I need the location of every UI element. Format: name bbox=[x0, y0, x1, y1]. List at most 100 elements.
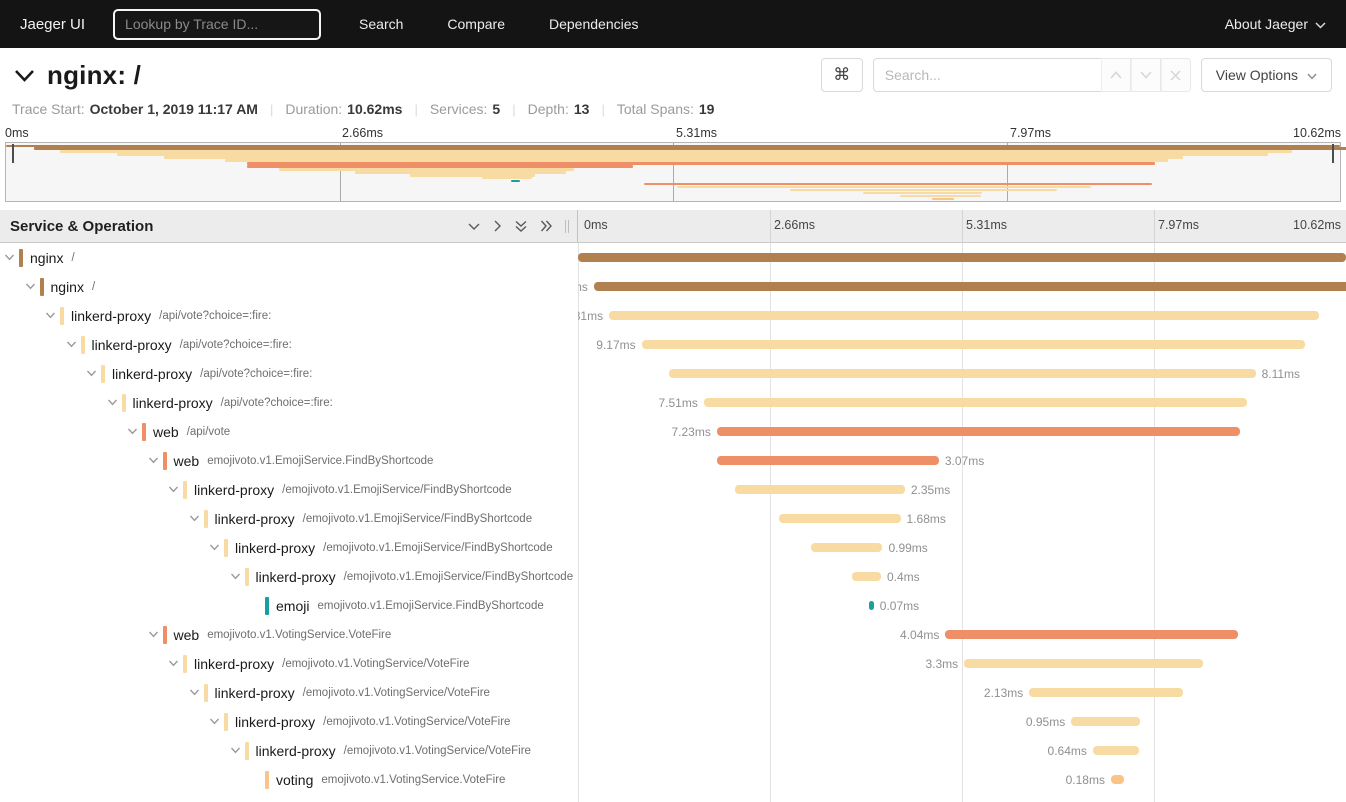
about-jaeger-menu[interactable]: About Jaeger bbox=[1225, 16, 1326, 32]
span-tree-entry[interactable]: linkerd-proxy /api/vote?choice=:fire: bbox=[0, 394, 333, 412]
scrubber-handle-left[interactable] bbox=[12, 144, 14, 163]
span-bar[interactable] bbox=[964, 659, 1203, 668]
keyboard-shortcuts-button[interactable]: ⌘ bbox=[821, 58, 863, 92]
span-tree-entry[interactable]: linkerd-proxy /api/vote?choice=:fire: bbox=[0, 365, 312, 383]
span-bar[interactable] bbox=[945, 630, 1237, 639]
span-bar[interactable] bbox=[704, 398, 1247, 407]
chevron-down-icon[interactable] bbox=[209, 718, 220, 725]
collapse-all-icon[interactable] bbox=[514, 220, 528, 233]
chevron-down-icon[interactable] bbox=[189, 689, 200, 696]
span-bar[interactable] bbox=[609, 311, 1318, 320]
span-bar[interactable] bbox=[852, 572, 881, 581]
span-bar[interactable] bbox=[779, 514, 900, 523]
span-bar[interactable] bbox=[642, 340, 1305, 349]
span-bar-track[interactable] bbox=[578, 243, 1346, 272]
chevron-down-icon[interactable] bbox=[4, 254, 15, 261]
span-bar[interactable] bbox=[811, 543, 883, 552]
chevron-down-icon[interactable] bbox=[168, 660, 179, 667]
collapse-trace-icon[interactable] bbox=[10, 67, 39, 84]
chevron-down-icon[interactable] bbox=[45, 312, 56, 319]
span-bar[interactable] bbox=[669, 369, 1255, 378]
chevron-down-icon[interactable] bbox=[127, 428, 138, 435]
view-options-button[interactable]: View Options bbox=[1201, 58, 1332, 92]
timeline-minimap[interactable] bbox=[5, 142, 1341, 202]
app-brand[interactable]: Jaeger UI bbox=[20, 16, 85, 33]
span-bar-track[interactable]: 7.51ms bbox=[578, 388, 1346, 417]
span-bar-track[interactable]: 9.17ms bbox=[578, 330, 1346, 359]
span-bar-track[interactable]: 0.07ms bbox=[578, 591, 1346, 620]
nav-item-search[interactable]: Search bbox=[359, 16, 403, 32]
span-tree-entry[interactable]: linkerd-proxy /emojivoto.v1.EmojiService… bbox=[0, 481, 512, 499]
span-tree-entry[interactable]: voting emojivoto.v1.VotingService.VoteFi… bbox=[0, 771, 505, 789]
span-bar-track[interactable]: 1.68ms bbox=[578, 504, 1346, 533]
span-tree-entry[interactable]: nginx / bbox=[0, 278, 95, 296]
trace-search-input[interactable] bbox=[873, 58, 1101, 92]
span-row: linkerd-proxy /emojivoto.v1.EmojiService… bbox=[0, 475, 1346, 504]
span-tree-entry[interactable]: linkerd-proxy /emojivoto.v1.VotingServic… bbox=[0, 684, 490, 702]
span-bar-track[interactable]: 4.04ms bbox=[578, 620, 1346, 649]
span-tree-entry[interactable]: nginx / bbox=[0, 249, 75, 267]
span-bar[interactable] bbox=[717, 427, 1240, 436]
service-color-chip bbox=[19, 249, 23, 267]
chevron-down-icon[interactable] bbox=[168, 486, 179, 493]
chevron-down-icon[interactable] bbox=[25, 283, 36, 290]
span-bar-track[interactable]: 2.13ms bbox=[578, 678, 1346, 707]
splitter-grip[interactable] bbox=[563, 220, 571, 233]
span-tree-entry[interactable]: linkerd-proxy /emojivoto.v1.EmojiService… bbox=[0, 510, 532, 528]
span-bar-track[interactable]: 3.07ms bbox=[578, 446, 1346, 475]
collapse-one-icon[interactable] bbox=[467, 222, 481, 231]
span-bar-track[interactable]: 9.81ms bbox=[578, 301, 1346, 330]
span-tree-entry[interactable]: web emojivoto.v1.EmojiService.FindByShor… bbox=[0, 452, 433, 470]
expand-one-icon[interactable] bbox=[493, 219, 502, 233]
span-tree-entry[interactable]: linkerd-proxy /emojivoto.v1.VotingServic… bbox=[0, 713, 510, 731]
span-tree-entry[interactable]: emoji emojivoto.v1.EmojiService.FindBySh… bbox=[0, 597, 544, 615]
next-result-button[interactable] bbox=[1131, 58, 1161, 92]
chevron-down-icon[interactable] bbox=[148, 631, 159, 638]
span-bar[interactable] bbox=[1071, 717, 1140, 726]
span-bar-track[interactable]: 0.95ms bbox=[578, 707, 1346, 736]
span-bar[interactable] bbox=[578, 253, 1346, 262]
span-tree-entry[interactable]: web emojivoto.v1.VotingService.VoteFire bbox=[0, 626, 391, 644]
chevron-down-icon[interactable] bbox=[148, 457, 159, 464]
span-tree-entry[interactable]: linkerd-proxy /emojivoto.v1.EmojiService… bbox=[0, 568, 573, 586]
span-tree-entry[interactable]: linkerd-proxy /emojivoto.v1.VotingServic… bbox=[0, 742, 531, 760]
scrubber-handle-right[interactable] bbox=[1332, 144, 1334, 163]
span-bar-track[interactable]: 3.3ms bbox=[578, 649, 1346, 678]
span-tree-entry[interactable]: linkerd-proxy /emojivoto.v1.VotingServic… bbox=[0, 655, 469, 673]
span-bar-track[interactable]: 0.18ms bbox=[578, 765, 1346, 794]
span-bar[interactable] bbox=[869, 601, 874, 610]
span-bar-track[interactable]: 0.99ms bbox=[578, 533, 1346, 562]
service-name: web bbox=[174, 453, 200, 469]
span-bar[interactable] bbox=[1029, 688, 1183, 697]
chevron-down-icon[interactable] bbox=[230, 573, 241, 580]
clear-search-button[interactable] bbox=[1161, 58, 1191, 92]
chevron-down-icon[interactable] bbox=[86, 370, 97, 377]
span-bar-track[interactable]: 7.23ms bbox=[578, 417, 1346, 446]
span-bar[interactable] bbox=[1093, 746, 1139, 755]
span-tree-entry[interactable]: linkerd-proxy /api/vote?choice=:fire: bbox=[0, 307, 271, 325]
span-tree-entry[interactable]: web /api/vote bbox=[0, 423, 230, 441]
chevron-down-icon[interactable] bbox=[189, 515, 200, 522]
span-bar[interactable] bbox=[735, 485, 905, 494]
span-tree-entry[interactable]: linkerd-proxy /api/vote?choice=:fire: bbox=[0, 336, 292, 354]
chevron-down-icon[interactable] bbox=[209, 544, 220, 551]
span-bar[interactable] bbox=[717, 456, 939, 465]
chevron-down-icon[interactable] bbox=[107, 399, 118, 406]
span-row: linkerd-proxy /emojivoto.v1.VotingServic… bbox=[0, 649, 1346, 678]
nav-item-dependencies[interactable]: Dependencies bbox=[549, 16, 639, 32]
span-tree-entry[interactable]: linkerd-proxy /emojivoto.v1.EmojiService… bbox=[0, 539, 553, 557]
span-bar-track[interactable]: 2.35ms bbox=[578, 475, 1346, 504]
span-bar[interactable] bbox=[594, 282, 1346, 291]
span-bar[interactable] bbox=[1111, 775, 1124, 784]
span-bar-track[interactable]: 0.64ms bbox=[578, 736, 1346, 765]
service-name: linkerd-proxy bbox=[235, 714, 315, 730]
expand-all-icon[interactable] bbox=[540, 219, 553, 233]
nav-item-compare[interactable]: Compare bbox=[447, 16, 505, 32]
span-bar-track[interactable]: 10.57ms bbox=[578, 272, 1346, 301]
trace-id-lookup-input[interactable] bbox=[113, 9, 321, 40]
span-bar-track[interactable]: 8.11ms bbox=[578, 359, 1346, 388]
chevron-down-icon[interactable] bbox=[230, 747, 241, 754]
prev-result-button[interactable] bbox=[1101, 58, 1131, 92]
chevron-down-icon[interactable] bbox=[66, 341, 77, 348]
span-bar-track[interactable]: 0.4ms bbox=[578, 562, 1346, 591]
